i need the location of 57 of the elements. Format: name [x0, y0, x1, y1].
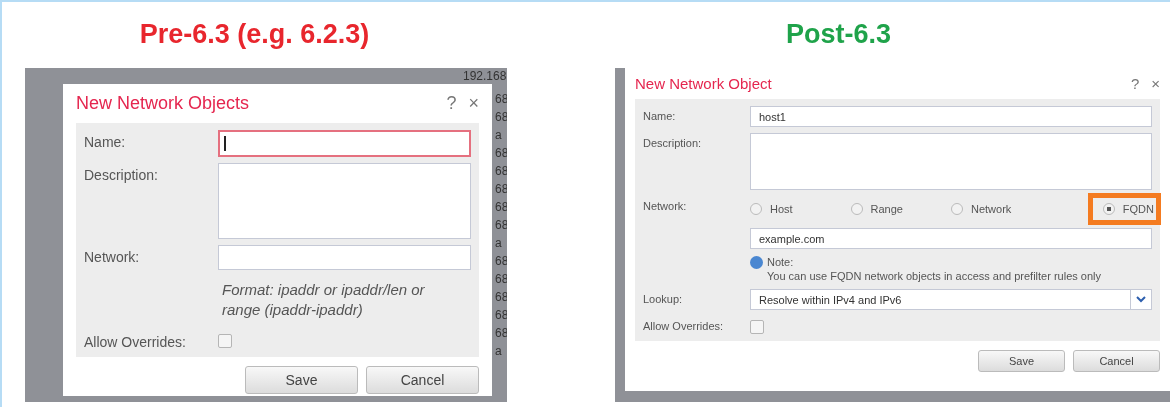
field-label: Network: [84, 248, 141, 265]
text-cursor-icon [224, 136, 226, 151]
field-label: Allow Overrides: [84, 333, 187, 350]
note-text: You can use FQDN network objects in access and prefilter rules only [767, 269, 1102, 283]
lookup-dropdown[interactable]: Resolve within IPv4 and IPv6 [750, 289, 1152, 310]
section-heading: Post-6.3 [785, 18, 891, 50]
dialog-title: New Network Object [635, 75, 773, 92]
field-label: Description: [84, 166, 159, 183]
backdrop-text: a [494, 344, 503, 359]
text-input-field[interactable]: host1 [750, 106, 1152, 127]
backdrop-text: 68 [494, 110, 507, 125]
help-button[interactable]: ? [1130, 75, 1140, 92]
backdrop-text: 68 [494, 146, 507, 161]
field-label: Description: [643, 136, 703, 149]
backdrop-text: 68 [494, 200, 507, 215]
backdrop-text: 68 [494, 164, 507, 179]
field-label: Name: [643, 109, 677, 122]
backdrop-text: 68 [494, 272, 507, 287]
backdrop-text: a [494, 236, 503, 251]
backdrop-text: 68 [494, 308, 507, 323]
close-button[interactable]: × [468, 93, 479, 114]
backdrop-text: 68 [494, 182, 507, 197]
checkbox[interactable] [218, 334, 232, 348]
field-label: Network: [643, 199, 688, 212]
backdrop-text: 68 [494, 92, 507, 107]
description-field[interactable] [218, 163, 471, 239]
save-button[interactable]: Save [978, 350, 1065, 372]
format-hint: Format: ipaddr or ipaddr/len or range (ipaddr-ipaddr) [221, 280, 426, 320]
section-heading: Pre-6.3 (e.g. 6.2.3) [139, 18, 370, 50]
save-button[interactable]: Save [245, 366, 358, 394]
text-input-field[interactable] [218, 245, 471, 270]
radio-option[interactable]: Network [951, 203, 1012, 215]
field-label: Name: [84, 133, 127, 150]
dialog-title: New Network Objects [76, 93, 251, 114]
fqdn-input-field[interactable]: example.com [750, 228, 1152, 249]
highlighted-radio-option[interactable]: FQDN [1090, 196, 1158, 222]
close-button[interactable]: × [1151, 75, 1160, 92]
backdrop-text: 192.168 [462, 68, 507, 84]
description-field[interactable] [750, 133, 1152, 190]
dropdown-value: Resolve within IPv4 and IPv6 [758, 293, 903, 306]
info-icon [750, 256, 763, 269]
cancel-button[interactable]: Cancel [1073, 350, 1160, 372]
radio-option[interactable]: Range [850, 203, 903, 215]
backdrop-text: 68 [494, 326, 507, 341]
checkbox[interactable] [750, 320, 764, 334]
note-title: Note: [767, 255, 795, 269]
field-label: Allow Overrides: [643, 319, 725, 332]
backdrop-text: 68 [494, 254, 507, 269]
backdrop-text: a [494, 128, 503, 143]
cancel-button[interactable]: Cancel [366, 366, 479, 394]
backdrop-text: 68 [494, 290, 507, 305]
field-label: Lookup: [643, 292, 684, 305]
chevron-down-icon [1136, 296, 1146, 303]
help-button[interactable]: ? [446, 93, 457, 114]
radio-option[interactable]: Host [750, 203, 793, 215]
backdrop-text: 68 [494, 218, 507, 233]
name-input-field[interactable] [218, 130, 471, 157]
